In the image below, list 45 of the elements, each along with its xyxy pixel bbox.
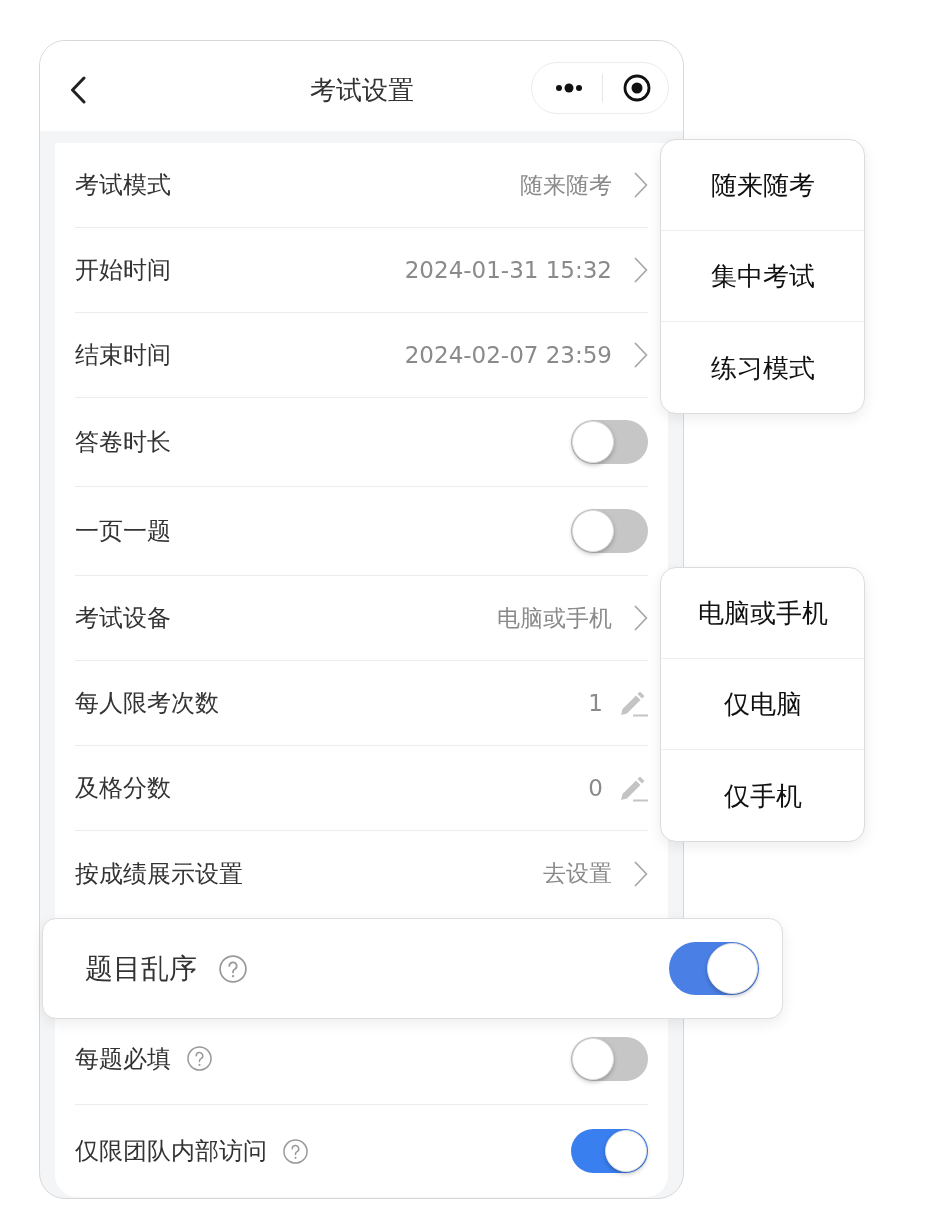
chevron-right-icon bbox=[634, 605, 648, 631]
setting-value: 2024-01-31 15:32 bbox=[404, 258, 612, 282]
setting-label: 按成绩展示设置 bbox=[75, 861, 243, 886]
pencil-icon[interactable] bbox=[619, 774, 648, 802]
menu-item[interactable]: 随来随考 bbox=[661, 140, 864, 231]
setting-label: 一页一题 bbox=[75, 519, 171, 543]
help-icon[interactable] bbox=[283, 1138, 308, 1164]
toggle-switch[interactable] bbox=[669, 942, 759, 995]
menu-item[interactable]: 练习模式 bbox=[661, 322, 864, 413]
pencil-icon[interactable] bbox=[619, 689, 648, 717]
setting-value: 2024-02-07 23:59 bbox=[404, 343, 612, 367]
menu-item[interactable]: 仅电脑 bbox=[661, 659, 864, 750]
toggle-switch[interactable] bbox=[571, 509, 648, 553]
chevron-right-icon bbox=[634, 257, 648, 283]
help-icon[interactable] bbox=[187, 1046, 212, 1071]
toggle-switch[interactable] bbox=[571, 420, 648, 464]
menu-item[interactable]: 集中考试 bbox=[661, 231, 864, 322]
menu-item[interactable]: 电脑或手机 bbox=[661, 568, 864, 659]
setting-label: 考试模式 bbox=[75, 173, 171, 197]
chevron-right-icon bbox=[634, 860, 648, 887]
back-button[interactable] bbox=[69, 75, 87, 105]
toggle-switch[interactable] bbox=[571, 1129, 648, 1173]
setting-value: 电脑或手机 bbox=[497, 606, 612, 630]
setting-label: 及格分数 bbox=[75, 776, 171, 800]
setting-label: 考试设备 bbox=[75, 606, 171, 630]
back-icon bbox=[70, 76, 86, 104]
setting-label: 每人限考次数 bbox=[75, 691, 219, 715]
toggle-switch[interactable] bbox=[571, 1036, 648, 1081]
more-icon[interactable] bbox=[556, 83, 582, 93]
chevron-right-icon bbox=[634, 342, 648, 368]
menu-item[interactable]: 仅手机 bbox=[661, 750, 864, 841]
page-title: 考试设置 bbox=[309, 77, 414, 103]
setting-label: 结束时间 bbox=[75, 343, 171, 367]
setting-value: 去设置 bbox=[543, 862, 612, 885]
chevron-right-icon bbox=[634, 172, 648, 198]
setting-value: 1 bbox=[588, 691, 603, 715]
help-icon[interactable] bbox=[219, 954, 247, 983]
setting-label: 答卷时长 bbox=[75, 430, 171, 454]
setting-label: 仅限团队内部访问 bbox=[75, 1139, 267, 1163]
setting-value: 随来随考 bbox=[520, 173, 612, 197]
setting-label: 题目乱序 bbox=[85, 954, 197, 983]
setting-label: 开始时间 bbox=[75, 258, 171, 282]
circle-dot-icon[interactable] bbox=[623, 74, 651, 102]
setting-label: 每题必填 bbox=[75, 1046, 171, 1071]
setting-value: 0 bbox=[588, 776, 603, 800]
